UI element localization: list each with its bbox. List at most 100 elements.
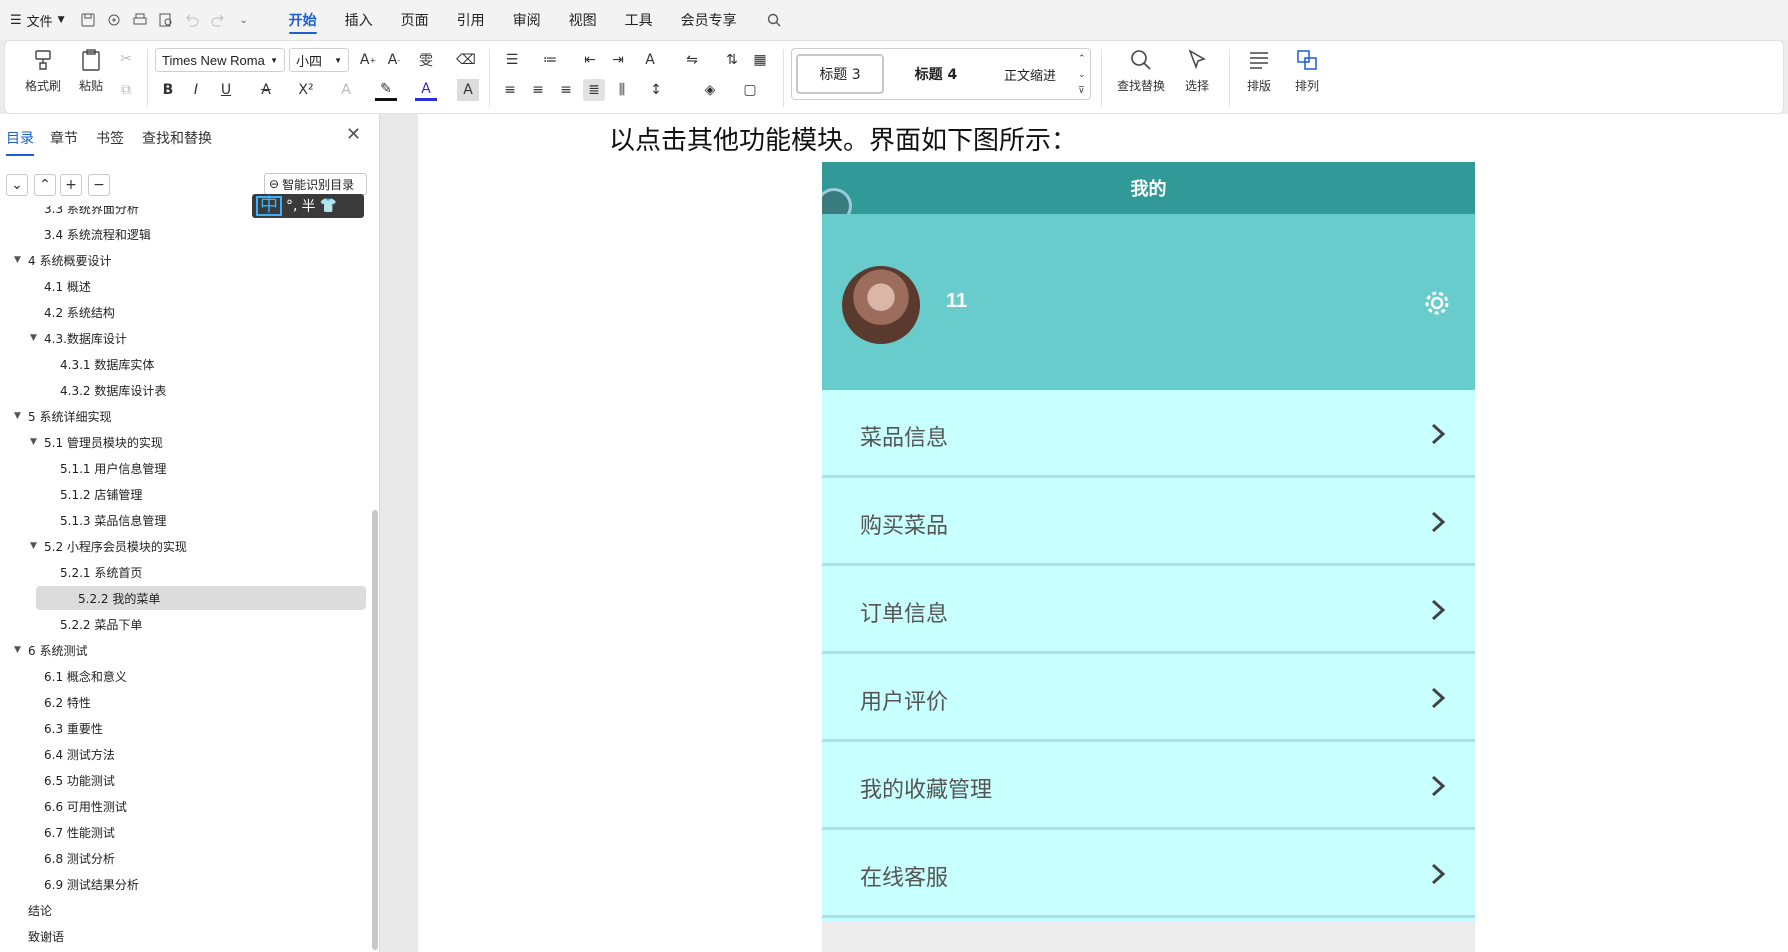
file-menu[interactable]: ☰ 文件 ▼ bbox=[0, 0, 75, 40]
tab-view[interactable]: 视图 bbox=[555, 0, 611, 40]
share-icon[interactable] bbox=[101, 0, 127, 40]
toc-item[interactable]: 5.1.2 店铺管理 bbox=[46, 482, 142, 506]
caret-down-icon[interactable]: ▼ bbox=[14, 411, 28, 421]
char-shading-icon[interactable]: A bbox=[457, 79, 479, 101]
tab-tools[interactable]: 工具 bbox=[611, 0, 667, 40]
align-center-icon[interactable]: ≡ bbox=[527, 79, 549, 101]
font-size-select[interactable]: 小四 ▼ bbox=[289, 48, 349, 72]
tab-review[interactable]: 审阅 bbox=[499, 0, 555, 40]
shading-icon[interactable]: ◈ bbox=[699, 79, 721, 101]
caret-down-icon[interactable]: ▼ bbox=[30, 333, 44, 343]
toc-item[interactable]: 6.2 特性 bbox=[30, 690, 91, 714]
toc-item[interactable]: 3.3 系统界面分析 bbox=[30, 206, 139, 220]
style-body-indent[interactable]: 正文缩进 bbox=[986, 54, 1074, 94]
numbered-list-icon[interactable]: ≔ bbox=[539, 49, 561, 71]
collapse-chevron-icon[interactable]: ⌄ bbox=[6, 174, 28, 196]
toc-item[interactable]: ▼ 5.2 小程序会员模块的实现 bbox=[30, 534, 187, 558]
toc-item[interactable]: 4.3.1 数据库实体 bbox=[46, 352, 154, 376]
toc-item[interactable]: 5.1.1 用户信息管理 bbox=[46, 456, 166, 480]
print-icon[interactable] bbox=[127, 0, 153, 40]
tab-chapters[interactable]: 章节 bbox=[50, 128, 78, 148]
font-color-icon[interactable]: A bbox=[415, 79, 437, 101]
expand-chevron-icon[interactable]: ⌃ bbox=[34, 174, 56, 196]
toc-item[interactable]: 5.2.2 我的菜单 bbox=[36, 586, 366, 610]
bold-icon[interactable]: B bbox=[157, 79, 179, 101]
tab-insert[interactable]: 插入 bbox=[331, 0, 387, 40]
tab-references[interactable]: 引用 bbox=[443, 0, 499, 40]
tab-bookmarks[interactable]: 书签 bbox=[96, 128, 124, 148]
increase-indent-icon[interactable]: ⇥ bbox=[607, 49, 629, 71]
toc-item[interactable]: ▼ 4 系统概要设计 bbox=[14, 248, 111, 272]
format-painter-button[interactable]: 格式刷 bbox=[19, 47, 67, 94]
clear-format-icon[interactable]: ⌫ bbox=[455, 49, 477, 71]
toc-item[interactable]: 6.6 可用性测试 bbox=[30, 794, 127, 818]
toc-item[interactable]: 6.5 功能测试 bbox=[30, 768, 115, 792]
remove-icon[interactable]: − bbox=[88, 174, 110, 196]
find-replace-button[interactable]: 查找替换 bbox=[1109, 47, 1173, 94]
caret-down-icon[interactable]: ▼ bbox=[30, 437, 44, 447]
cut-icon[interactable]: ✂ bbox=[115, 48, 137, 70]
caret-down-icon[interactable]: ▼ bbox=[14, 645, 28, 655]
border-icon[interactable]: ▢ bbox=[739, 79, 761, 101]
align-left-icon[interactable]: ≡ bbox=[499, 79, 521, 101]
toc-item[interactable]: ▼ 4.3.数据库设计 bbox=[30, 326, 127, 350]
toc-item[interactable]: 6.8 测试分析 bbox=[30, 846, 115, 870]
smart-toc-button[interactable]: ⊖ 智能识别目录 bbox=[264, 173, 367, 195]
redo-icon[interactable] bbox=[205, 0, 231, 40]
nav-scroll-thumb[interactable] bbox=[372, 510, 378, 950]
add-icon[interactable]: + bbox=[60, 174, 82, 196]
save-icon[interactable] bbox=[75, 0, 101, 40]
underline-icon[interactable]: U bbox=[215, 79, 237, 101]
font-name-select[interactable]: Times New Roma ▼ bbox=[155, 48, 285, 72]
toc-item[interactable]: 3.4 系统流程和逻辑 bbox=[30, 222, 151, 246]
document-page[interactable]: 以点击其他功能模块。界面如下图所示： 我的 11 菜品信息 购买菜品 订单信息 用户评… bbox=[418, 114, 1788, 952]
toc-item[interactable]: 致谢语 bbox=[14, 924, 64, 948]
more-chevron-icon[interactable]: ⌄ bbox=[231, 0, 257, 40]
ime-mode[interactable]: 中 bbox=[256, 196, 282, 216]
layout-button[interactable]: 排版 bbox=[1237, 47, 1281, 94]
nav-scrollbar[interactable] bbox=[372, 114, 378, 952]
tab-member[interactable]: 会员专享 bbox=[667, 0, 751, 40]
sort-direction-icon[interactable]: ⇋ bbox=[681, 49, 703, 71]
tab-toc[interactable]: 目录 bbox=[6, 128, 34, 156]
tab-home[interactable]: 开始 bbox=[275, 0, 331, 40]
toc-item[interactable]: 6.1 概念和意义 bbox=[30, 664, 127, 688]
select-button[interactable]: 选择 bbox=[1173, 47, 1221, 94]
toc-item[interactable]: 5.2.1 系统首页 bbox=[46, 560, 142, 584]
phonetic-icon[interactable]: 雯 bbox=[415, 49, 437, 71]
text-effect-icon[interactable]: A bbox=[335, 79, 357, 101]
arrange-button[interactable]: 排列 bbox=[1285, 47, 1329, 94]
search-icon[interactable] bbox=[761, 0, 787, 40]
decrease-indent-icon[interactable]: ⇤ bbox=[579, 49, 601, 71]
copy-icon[interactable]: ⧉ bbox=[115, 79, 137, 101]
superscript-icon[interactable]: X² bbox=[295, 79, 317, 101]
toc-item[interactable]: 结论 bbox=[14, 898, 52, 922]
toc-item[interactable]: ▼ 5.1 管理员模块的实现 bbox=[30, 430, 163, 454]
tab-find-replace[interactable]: 查找和替换 bbox=[142, 128, 212, 148]
styles-scroll-icon[interactable]: ⌃ ⌄ ⊽ bbox=[1078, 51, 1086, 99]
undo-icon[interactable] bbox=[179, 0, 205, 40]
toc-item[interactable]: 4.2 系统结构 bbox=[30, 300, 115, 324]
print-preview-icon[interactable] bbox=[153, 0, 179, 40]
toc-item[interactable]: 4.1 概述 bbox=[30, 274, 91, 298]
close-icon[interactable]: ✕ bbox=[346, 124, 361, 145]
distributed-icon[interactable]: ⫼ bbox=[611, 79, 633, 101]
paste-button[interactable]: 粘贴 bbox=[67, 47, 115, 94]
shrink-font-icon[interactable]: A- bbox=[383, 49, 405, 71]
toc-item[interactable]: ▼ 6 系统测试 bbox=[14, 638, 87, 662]
sort-icon[interactable]: ⇅ bbox=[721, 49, 743, 71]
caret-down-icon[interactable]: ▼ bbox=[30, 541, 44, 551]
toc-item[interactable]: 5.2.2 菜品下单 bbox=[46, 612, 142, 636]
toc-item[interactable]: 6.4 测试方法 bbox=[30, 742, 115, 766]
justify-icon[interactable]: ≣ bbox=[583, 79, 605, 101]
italic-icon[interactable]: I bbox=[185, 79, 207, 101]
grow-font-icon[interactable]: A + bbox=[357, 49, 379, 71]
style-heading-4[interactable]: 标题 4 bbox=[892, 54, 980, 94]
toc-item[interactable]: ▼ 5 系统详细实现 bbox=[14, 404, 111, 428]
toc-item[interactable]: 6.7 性能测试 bbox=[30, 820, 115, 844]
strikethrough-icon[interactable]: A bbox=[255, 79, 277, 101]
table-icon[interactable]: ▦ bbox=[749, 49, 771, 71]
skin-icon[interactable]: 👕 bbox=[319, 198, 336, 214]
toc-item[interactable]: 5.1.3 菜品信息管理 bbox=[46, 508, 166, 532]
toc-item[interactable]: 6.9 测试结果分析 bbox=[30, 872, 139, 896]
